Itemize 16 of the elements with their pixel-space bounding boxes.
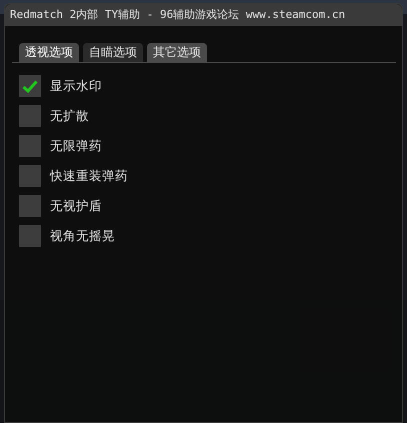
option-label: 无限弹药 xyxy=(50,136,102,155)
option-label: 显示水印 xyxy=(50,76,102,95)
option-label: 快速重装弹药 xyxy=(50,166,128,185)
checkbox[interactable] xyxy=(19,135,41,157)
option-label: 无视护盾 xyxy=(50,196,102,215)
checkbox[interactable] xyxy=(19,195,41,217)
tab[interactable]: 自瞄选项 xyxy=(83,43,143,62)
checkbox[interactable] xyxy=(19,165,41,187)
option-label: 无扩散 xyxy=(50,106,89,125)
tab[interactable]: 其它选项 xyxy=(147,43,207,62)
checkbox[interactable] xyxy=(19,105,41,127)
window-title: Redmatch 2内部 TY辅助 - 96辅助游戏论坛 www.steamcom.cn xyxy=(5,4,402,26)
checkbox[interactable] xyxy=(19,75,41,97)
tab[interactable]: 透视选项 xyxy=(19,43,79,62)
option-label: 视角无摇晃 xyxy=(50,226,115,245)
checkbox[interactable] xyxy=(19,225,41,247)
